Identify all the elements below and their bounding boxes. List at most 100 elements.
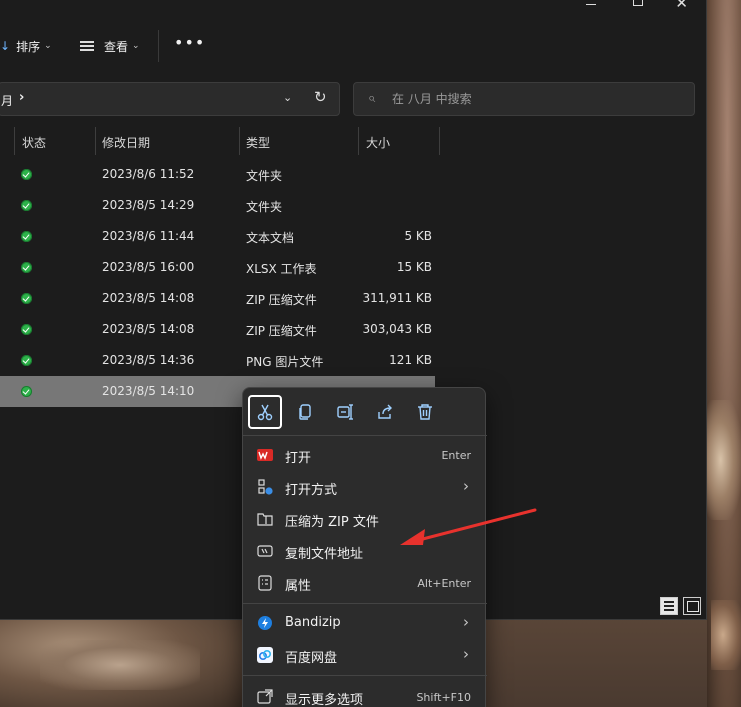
annotation-arrow-icon <box>400 508 537 545</box>
file-type: ZIP 压缩文件 <box>246 324 317 338</box>
file-type: 文件夹 <box>246 200 283 214</box>
file-list: 2023/8/6 11:52 文件夹 2023/8/5 14:29 文件夹 20… <box>0 159 707 407</box>
search-icon: ⌕ <box>368 91 376 106</box>
preview-view-toggle[interactable] <box>683 597 701 615</box>
more-button[interactable]: ••• <box>174 32 205 52</box>
menu-item-label: 显示更多选项 <box>285 693 364 707</box>
file-row[interactable]: 2023/8/5 14:08 ZIP 压缩文件 303,043 KB <box>0 314 435 345</box>
file-row[interactable]: 2023/8/6 11:52 文件夹 <box>0 159 435 190</box>
menu-shortcut: Alt+Enter <box>417 577 471 590</box>
more-options-icon <box>257 689 273 704</box>
quick-actions <box>243 388 487 434</box>
menu-item-label: 压缩为 ZIP 文件 <box>285 515 379 530</box>
file-type: 文本文档 <box>246 231 295 245</box>
refresh-icon[interactable]: ↻ <box>314 88 327 106</box>
file-date: 2023/8/6 11:52 <box>102 167 195 181</box>
chevron-down-icon: ⌄ <box>44 41 52 51</box>
trash-icon <box>418 404 432 420</box>
menu-item-properties[interactable]: 属性 Alt+Enter <box>243 567 487 599</box>
menu-item-label: 百度网盘 <box>285 651 338 666</box>
column-divider[interactable] <box>14 127 15 155</box>
view-lines-icon <box>80 41 94 51</box>
window-controls: ✕ <box>546 0 706 12</box>
file-type: PNG 图片文件 <box>246 355 324 369</box>
file-row[interactable]: 2023/8/5 14:36 PNG 图片文件 121 KB <box>0 345 435 376</box>
menu-item-label: 复制文件地址 <box>285 547 364 562</box>
chevron-right-icon: › <box>463 645 469 663</box>
desktop-wallpaper <box>707 0 741 707</box>
file-date: 2023/8/5 14:08 <box>102 322 195 336</box>
menu-item-label: 打开 <box>285 451 312 466</box>
file-size: 5 KB <box>404 229 432 243</box>
file-size: 311,911 KB <box>362 291 432 305</box>
sync-ok-icon <box>21 169 32 180</box>
file-date: 2023/8/5 14:29 <box>102 198 195 212</box>
file-row[interactable]: 2023/8/5 14:29 文件夹 <box>0 190 435 221</box>
file-row[interactable]: 2023/8/6 11:44 文本文档 5 KB <box>0 221 435 252</box>
column-divider[interactable] <box>95 127 96 155</box>
menu-item-label: Bandizip <box>285 615 341 630</box>
command-bar: ↓ 排序 ⌄ 查看 ⌄ ••• <box>0 28 707 64</box>
chevron-right-icon: › <box>463 477 469 495</box>
column-divider[interactable] <box>239 127 240 155</box>
minimize-icon[interactable] <box>586 4 596 5</box>
close-icon[interactable]: ✕ <box>675 0 688 12</box>
copy-icon <box>299 404 311 420</box>
sync-ok-icon <box>21 386 32 397</box>
file-row[interactable]: 2023/8/5 16:00 XLSX 工作表 15 KB <box>0 252 435 283</box>
search-input[interactable] <box>392 90 682 108</box>
sync-ok-icon <box>21 200 32 211</box>
column-header-modified[interactable]: 修改日期 <box>102 134 150 151</box>
menu-item-label: 打开方式 <box>285 483 338 498</box>
breadcrumb-separator[interactable]: › <box>19 90 24 105</box>
menu-item-bandizip[interactable]: Bandizip › <box>243 607 487 639</box>
rename-button[interactable] <box>328 395 362 429</box>
share-button[interactable] <box>368 395 402 429</box>
file-row[interactable]: 2023/8/5 14:08 ZIP 压缩文件 311,911 KB <box>0 283 435 314</box>
chevron-down-icon: ⌄ <box>132 41 140 51</box>
menu-item-baidu-netdisk[interactable]: 百度网盘 › <box>243 639 487 671</box>
file-date: 2023/8/5 14:10 <box>102 384 195 398</box>
column-headers: 状态 修改日期 类型 大小 <box>0 127 707 155</box>
wps-icon <box>257 449 273 461</box>
menu-item-open-with[interactable]: 打开方式 › <box>243 471 487 503</box>
menu-shortcut: Enter <box>441 449 471 462</box>
bandizip-icon <box>258 616 272 630</box>
sync-ok-icon <box>21 262 32 273</box>
search-box[interactable]: ⌕ <box>353 82 695 116</box>
menu-shortcut: Shift+F10 <box>416 691 471 704</box>
column-divider[interactable] <box>358 127 359 155</box>
column-divider[interactable] <box>439 127 440 155</box>
column-header-size[interactable]: 大小 <box>366 134 390 151</box>
share-icon <box>378 404 392 419</box>
scissors-icon <box>257 404 273 421</box>
desktop-wallpaper-bottom <box>0 620 245 707</box>
view-button[interactable]: 查看 ⌄ <box>80 36 140 56</box>
file-date: 2023/8/5 16:00 <box>102 260 195 274</box>
menu-item-label: 属性 <box>285 579 312 594</box>
details-view-toggle[interactable] <box>660 597 678 615</box>
zip-folder-icon <box>257 513 273 526</box>
sort-arrow-icon: ↓ <box>0 39 11 53</box>
delete-button[interactable] <box>408 395 442 429</box>
cut-button[interactable] <box>248 395 282 429</box>
toolbar-divider <box>158 30 159 62</box>
file-date: 2023/8/5 14:08 <box>102 291 195 305</box>
menu-item-show-more[interactable]: 显示更多选项 Shift+F10 <box>243 681 487 707</box>
menu-item-open[interactable]: 打开 Enter <box>243 439 487 471</box>
sync-ok-icon <box>21 324 32 335</box>
file-type: XLSX 工作表 <box>246 262 317 276</box>
rename-icon <box>337 404 353 420</box>
file-size: 15 KB <box>396 260 432 274</box>
breadcrumb-current[interactable]: 月 <box>1 92 13 109</box>
address-bar[interactable]: 月 › ⌄ ↻ <box>0 82 340 116</box>
address-history-chevron-icon[interactable]: ⌄ <box>283 91 292 104</box>
sort-label: 排序 <box>16 39 41 54</box>
column-header-type[interactable]: 类型 <box>246 134 270 151</box>
sort-button[interactable]: ↓ 排序 ⌄ <box>0 36 52 56</box>
copy-button[interactable] <box>288 395 322 429</box>
column-header-status[interactable]: 状态 <box>22 134 46 151</box>
maximize-icon[interactable] <box>633 0 643 6</box>
open-with-icon <box>258 479 273 495</box>
baidu-netdisk-icon <box>257 647 273 663</box>
